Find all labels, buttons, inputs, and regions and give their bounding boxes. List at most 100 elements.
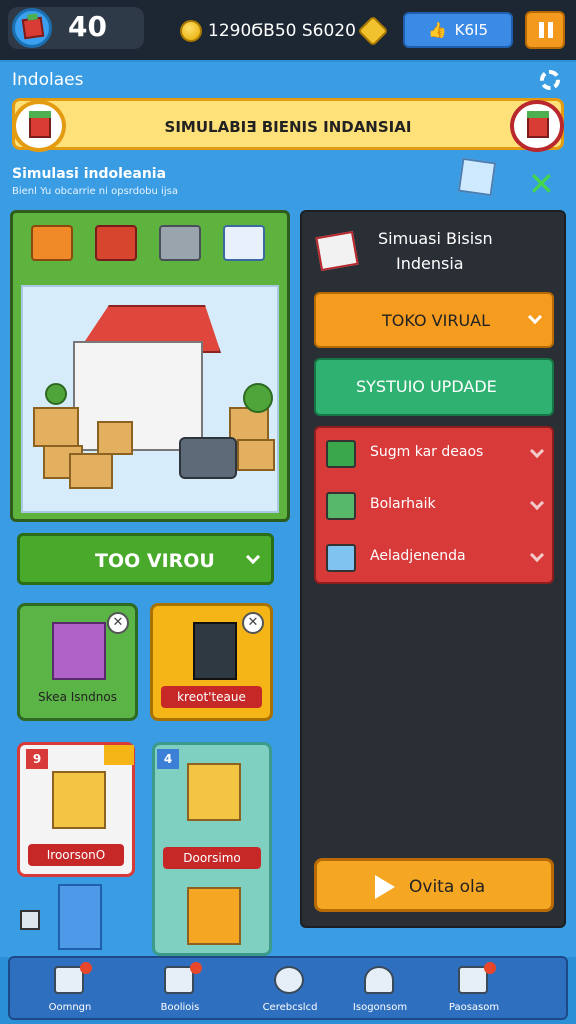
subtitle-small: Bienl Yu obcarrie ni opsrdobu ijsa <box>12 186 178 197</box>
store-icon[interactable] <box>457 157 497 197</box>
list-item[interactable]: Bolarhaik <box>316 480 556 532</box>
cardboard-box <box>97 421 133 455</box>
product-card[interactable]: ✕ kreot'teaue <box>150 603 273 721</box>
gauge-icon <box>274 966 304 994</box>
shop-icon <box>315 230 359 272</box>
product-card[interactable]: 4 Doorsimo <box>152 742 272 956</box>
currency-text: 1290ϬB50 S6020 <box>208 21 356 41</box>
nav-label: Cerebcslcd <box>262 1002 318 1013</box>
nav-item-camera[interactable]: Paosasom <box>434 962 514 1016</box>
coin-icon <box>180 20 202 42</box>
warehouse-illustration <box>21 285 279 513</box>
nav-label: Oomngn <box>48 1002 92 1013</box>
tag-icon <box>104 745 134 765</box>
notification-dot <box>190 962 202 974</box>
list-item-label: Sugm kar deaos <box>370 444 484 460</box>
thumbs-up-icon: 👍 <box>427 21 447 39</box>
card-label: kreot'teaue <box>161 686 262 708</box>
user-icon <box>364 966 394 994</box>
delivery-truck-icon[interactable] <box>31 225 73 261</box>
list-item-label: Bolarhaik <box>370 496 436 512</box>
box-open-icon <box>326 544 356 572</box>
nav-item-user[interactable]: Isogonsom <box>340 964 420 1016</box>
sidebar-title-line2: Indensia <box>396 254 464 273</box>
banner-title: SIMULABIƎ BIENIS INDANSIAI <box>164 118 412 136</box>
cardboard-box <box>69 453 113 489</box>
play-icon <box>375 875 395 899</box>
nav-item-book[interactable]: Booliois <box>140 962 220 1016</box>
delivery-van <box>179 437 237 479</box>
sidebar-title: Simuasi Bisisn Indensia <box>378 226 493 276</box>
delivery-truck-icon[interactable] <box>95 225 137 261</box>
store-dropdown-label: TOO VIROU <box>95 550 215 572</box>
market-stall-icon <box>52 771 106 829</box>
system-update-button[interactable]: SYSTUIO UPDADE <box>314 358 554 416</box>
vending-stall-icon <box>187 887 241 945</box>
currency-display: 1290ϬB50 S6020 <box>180 15 389 47</box>
chevron-down-icon <box>245 549 261 565</box>
minivan-icon[interactable] <box>223 225 265 261</box>
nav-label: Booliois <box>160 1002 200 1013</box>
nav-item-gauge[interactable]: Cerebcslcd <box>250 964 330 1016</box>
close-icon[interactable]: ✕ <box>107 612 129 634</box>
close-icon[interactable]: ✕ <box>528 165 555 203</box>
cash-register-icon <box>326 440 356 468</box>
list-item-label: Aeladjenenda <box>370 548 466 564</box>
crate-icon <box>326 492 356 520</box>
smartphone-icon <box>193 622 237 680</box>
menu-list: Sugm kar deaos Bolarhaik Aeladjenenda <box>314 426 554 584</box>
business-scene <box>10 210 290 522</box>
card-label: Skea Isndnos <box>38 690 117 704</box>
plant-icon <box>45 383 67 405</box>
virtual-store-dropdown[interactable]: TOKO VIRUAL <box>314 292 554 348</box>
store-dropdown[interactable]: TOO VIROU <box>17 533 274 585</box>
sidebar-title-line1: Simuasi Bisisn <box>378 229 493 248</box>
gear-icon[interactable] <box>540 70 560 90</box>
bottom-nav: Oomngn Booliois Cerebcslcd Isogonsom Pao… <box>8 956 568 1020</box>
product-card[interactable]: 9 IroorsonO <box>17 742 135 877</box>
product-card[interactable]: ✕ Skea Isndnos <box>17 603 138 721</box>
shop-kiosk-icon <box>187 763 241 821</box>
chevron-down-icon <box>529 443 545 459</box>
cardboard-box <box>33 407 79 447</box>
title-banner: SIMULABIƎ BIENIS INDANSIAI <box>12 98 564 150</box>
list-item[interactable]: Aeladjenenda <box>316 532 556 584</box>
like-button-label: K6I5 <box>454 21 489 39</box>
card-label: IroorsonO <box>28 844 124 866</box>
top-status-bar: 40 1290ϬB50 S6020 👍 K6I5 <box>0 0 576 60</box>
virtual-store-label: TOKO VIRUAL <box>382 311 491 330</box>
level-number: 40 <box>68 10 107 43</box>
pause-button[interactable] <box>525 11 565 49</box>
system-update-label: SYSTUIO UPDADE <box>356 377 497 396</box>
card-badge: 9 <box>26 749 48 769</box>
nav-label: Paosasom <box>448 1002 500 1013</box>
warehouse-building <box>73 341 203 451</box>
cardboard-box <box>237 439 275 471</box>
product-box-icon <box>52 622 106 680</box>
panel-title: Indolaes <box>12 70 84 90</box>
tree-icon <box>243 383 273 413</box>
info-sidebar: Simuasi Bisisn Indensia TOKO VIRUAL SYST… <box>300 210 566 928</box>
van-icon[interactable] <box>159 225 201 261</box>
like-button[interactable]: 👍 K6I5 <box>403 12 513 48</box>
notification-dot <box>80 962 92 974</box>
play-button[interactable]: Ovita ola <box>314 858 554 912</box>
card-label: Doorsimo <box>163 847 261 869</box>
chevron-down-icon <box>529 495 545 511</box>
card-badge: 4 <box>157 749 179 769</box>
player-avatar-icon[interactable] <box>12 8 52 48</box>
play-button-label: Ovita ola <box>409 877 486 897</box>
storage-box-icon <box>58 884 102 950</box>
gem-icon <box>357 15 389 47</box>
subtitle: Simulasi indoleania <box>12 166 167 182</box>
crate-icon <box>12 100 66 152</box>
nav-item-dashboard[interactable]: Oomngn <box>30 962 110 1016</box>
chevron-down-icon <box>529 547 545 563</box>
close-icon[interactable]: ✕ <box>242 612 264 634</box>
chevron-down-icon <box>527 309 543 325</box>
small-crate-icon <box>20 910 40 930</box>
nav-label: Isogonsom <box>352 1002 408 1013</box>
truck-icon[interactable] <box>510 100 564 152</box>
notification-dot <box>484 962 496 974</box>
list-item[interactable]: Sugm kar deaos <box>316 428 556 480</box>
